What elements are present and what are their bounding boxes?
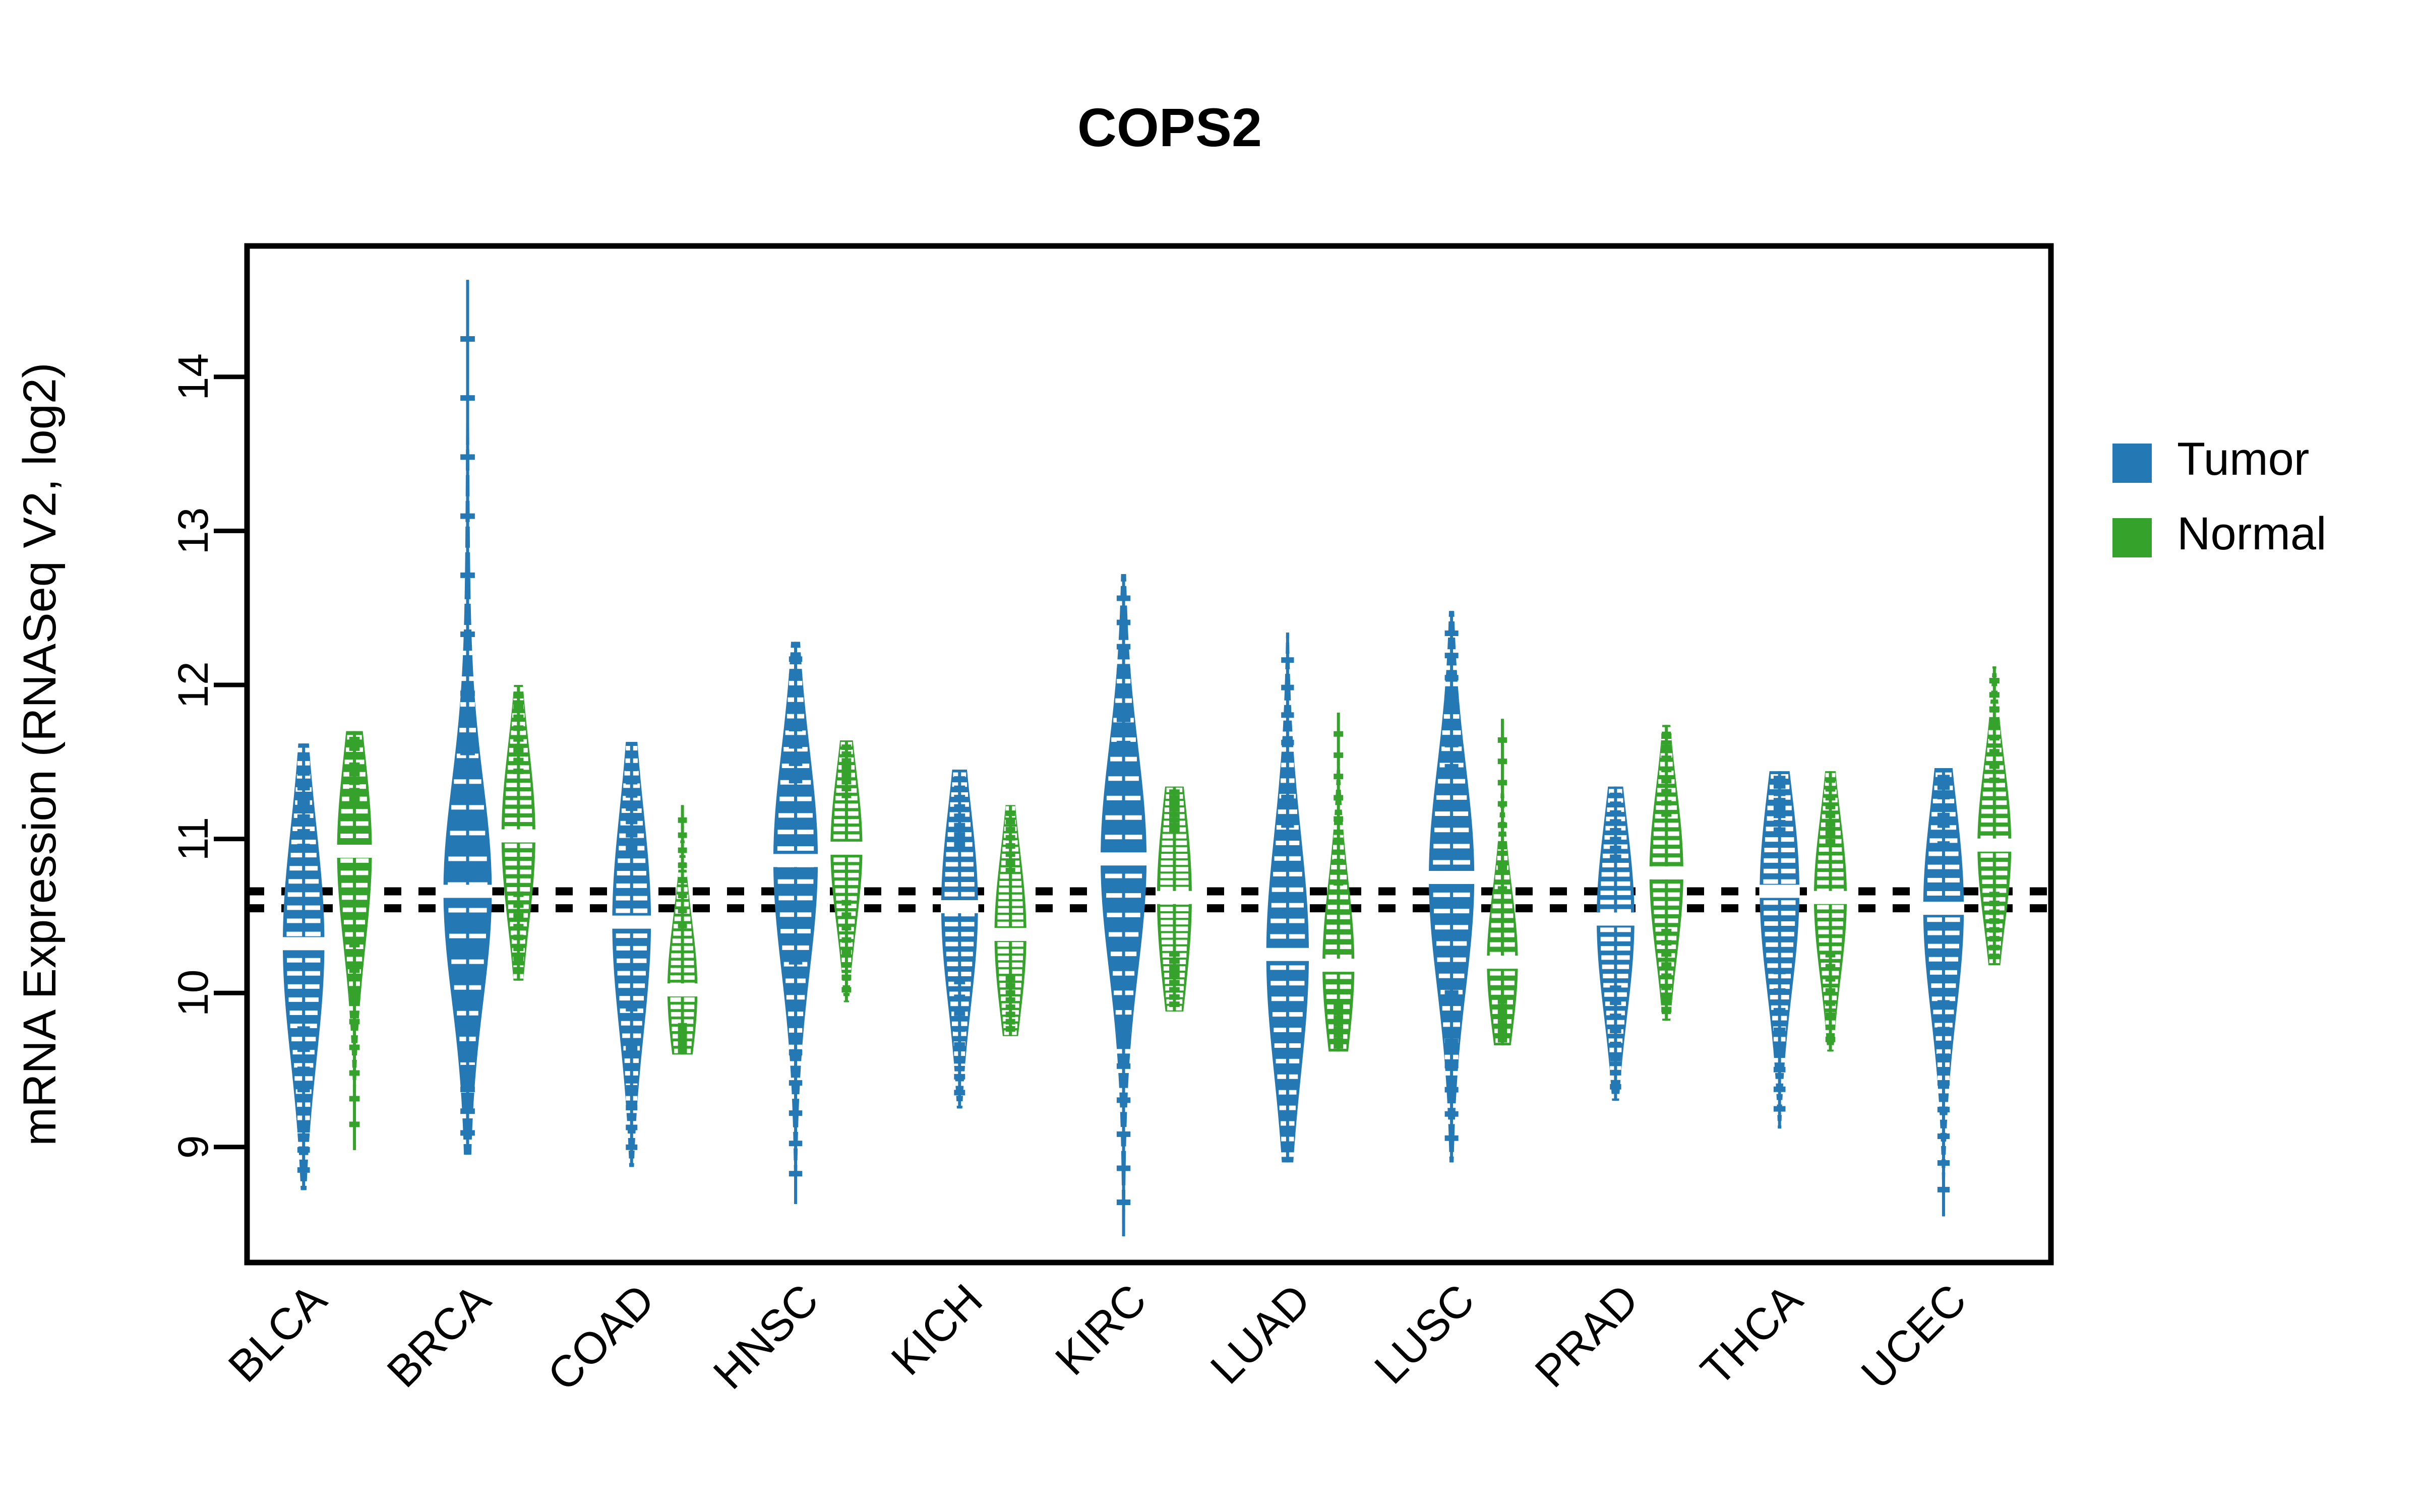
y-tick-label: 10 (169, 969, 217, 1016)
legend-label-tumor: Tumor (2177, 433, 2309, 485)
violin-plot-svg: COPS2 91011121314 BLCA BRCA COAD HNSC KICH KI… (0, 0, 2420, 1512)
y-tick-label: 12 (169, 661, 217, 708)
legend-label-normal: Normal (2177, 508, 2326, 559)
legend-swatch-tumor[interactable] (2112, 444, 2152, 483)
chart-title: COPS2 (1077, 97, 1262, 158)
legend-swatch-normal[interactable] (2112, 518, 2152, 557)
y-tick-label: 9 (169, 1135, 217, 1159)
chart-root: COPS2 9 10 11 12 13 14 BLCA BRCA COAD HNSC KICH KI… (0, 0, 2420, 1512)
y-tick-label: 14 (169, 353, 217, 400)
violin-normal-kirc[interactable] (1157, 786, 1192, 1012)
y-tick-label: 11 (169, 817, 217, 861)
y-axis-title: mRNA Expression (RNASeq V2, log2) (14, 362, 66, 1146)
y-axis-title-text: mRNA Expression (RNASeq V2, log2) (14, 362, 66, 1146)
y-tick-label: 13 (169, 508, 217, 554)
